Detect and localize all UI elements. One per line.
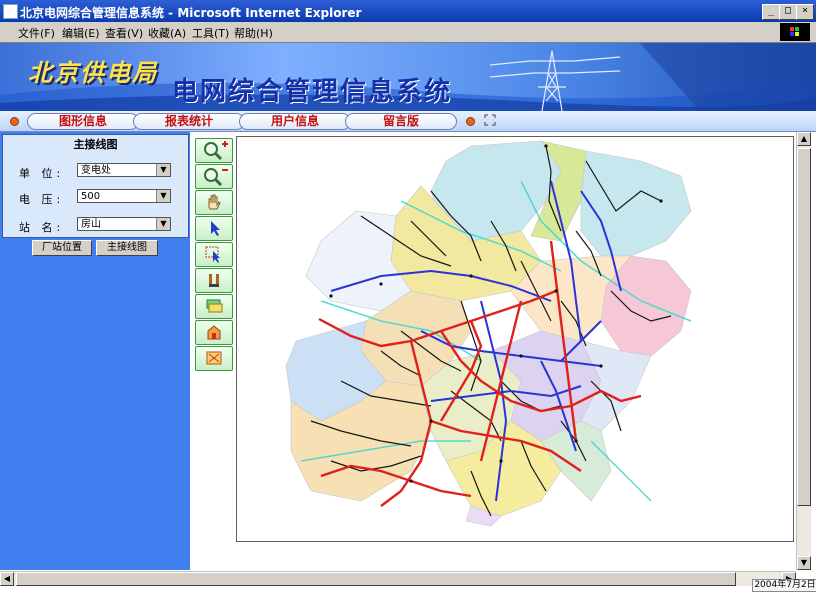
- tab-report-stats[interactable]: 报表统计: [133, 113, 245, 130]
- power-tower-icon: [490, 50, 620, 111]
- scroll-left-icon[interactable]: ◀: [0, 572, 14, 586]
- wiring-diagram-button[interactable]: 主接线图: [96, 240, 158, 256]
- minimize-button[interactable]: _: [762, 4, 780, 20]
- system-banner: 北京供电局 电网综合管理信息系统: [0, 43, 816, 111]
- tab-user-info[interactable]: 用户信息: [239, 113, 351, 130]
- horizontal-scroll-thumb[interactable]: [16, 572, 736, 586]
- system-title: 电网综合管理信息系统: [172, 77, 453, 107]
- menu-edit[interactable]: 编辑(E): [62, 25, 100, 41]
- station-select[interactable]: 房山 ▼: [77, 217, 171, 231]
- chevron-down-icon[interactable]: ▼: [156, 164, 170, 176]
- window-title-bar[interactable]: 北京电网综合管理信息系统 - Microsoft Internet Explor…: [0, 0, 816, 22]
- chevron-down-icon[interactable]: ▼: [156, 190, 170, 202]
- expand-icon[interactable]: [484, 114, 496, 126]
- chevron-down-icon[interactable]: ▼: [156, 218, 170, 230]
- form-title: 主接线图: [73, 138, 118, 151]
- date-stamp: 2004年7月2日: [752, 579, 816, 592]
- voltage-select[interactable]: 500 ▼: [77, 189, 171, 203]
- unit-label: 单 位:: [19, 167, 65, 180]
- zoom-out-icon[interactable]: [195, 164, 233, 189]
- menu-tools[interactable]: 工具(T): [192, 25, 229, 41]
- menu-view[interactable]: 查看(V): [105, 25, 143, 41]
- layers-icon[interactable]: [195, 294, 233, 319]
- full-extent-icon[interactable]: [195, 346, 233, 371]
- station-icon[interactable]: [195, 320, 233, 345]
- menu-bar: 文件(F) 编辑(E) 查看(V) 收藏(A) 工具(T) 帮助(H): [0, 22, 816, 43]
- measure-icon[interactable]: [195, 268, 233, 293]
- voltage-select-value: 500: [81, 191, 101, 202]
- unit-select[interactable]: 变电处 ▼: [77, 163, 171, 177]
- scroll-down-icon[interactable]: ▼: [797, 556, 811, 570]
- beijing-power-logo: 北京供电局: [28, 58, 158, 87]
- station-location-button[interactable]: 厂站位置: [32, 240, 92, 256]
- tab-bar-right-dot-icon: [466, 117, 475, 126]
- vertical-scrollbar[interactable]: ▲ ▼: [796, 132, 811, 570]
- station-select-value: 房山: [81, 219, 101, 230]
- scroll-up-icon[interactable]: ▲: [797, 132, 811, 146]
- horizontal-scrollbar[interactable]: ◀ ▶: [0, 571, 796, 586]
- menu-help[interactable]: 帮助(H): [234, 25, 273, 41]
- tab-bar-left-dot-icon: [10, 117, 19, 126]
- windows-logo-icon: [780, 23, 810, 41]
- maximize-button[interactable]: □: [779, 4, 797, 20]
- tab-graphic-info[interactable]: 图形信息: [27, 113, 139, 130]
- wiring-diagram-form: 主接线图 单 位: 变电处 ▼ 电 压: 500 ▼ 站 名: 房山 ▼: [2, 134, 189, 238]
- select-box-icon[interactable]: [195, 242, 233, 267]
- select-arrow-icon[interactable]: [195, 216, 233, 241]
- menu-file[interactable]: 文件(F): [18, 25, 55, 41]
- power-grid-map[interactable]: [236, 136, 794, 542]
- ie-app-icon: [3, 4, 18, 19]
- close-button[interactable]: ×: [796, 4, 814, 20]
- voltage-label: 电 压:: [19, 193, 65, 206]
- menu-favorites[interactable]: 收藏(A): [148, 25, 186, 41]
- beijing-grid-map-graphic[interactable]: [237, 137, 793, 541]
- window-title: 北京电网综合管理信息系统 - Microsoft Internet Explor…: [20, 6, 362, 20]
- zoom-in-icon[interactable]: [195, 138, 233, 163]
- unit-select-value: 变电处: [81, 165, 111, 176]
- tab-message-board[interactable]: 留言版: [345, 113, 457, 130]
- vertical-scroll-thumb[interactable]: [797, 148, 811, 506]
- pan-hand-icon[interactable]: [195, 190, 233, 215]
- function-tab-bar: 图形信息 报表统计 用户信息 留言版: [0, 111, 816, 132]
- station-label: 站 名:: [19, 221, 65, 234]
